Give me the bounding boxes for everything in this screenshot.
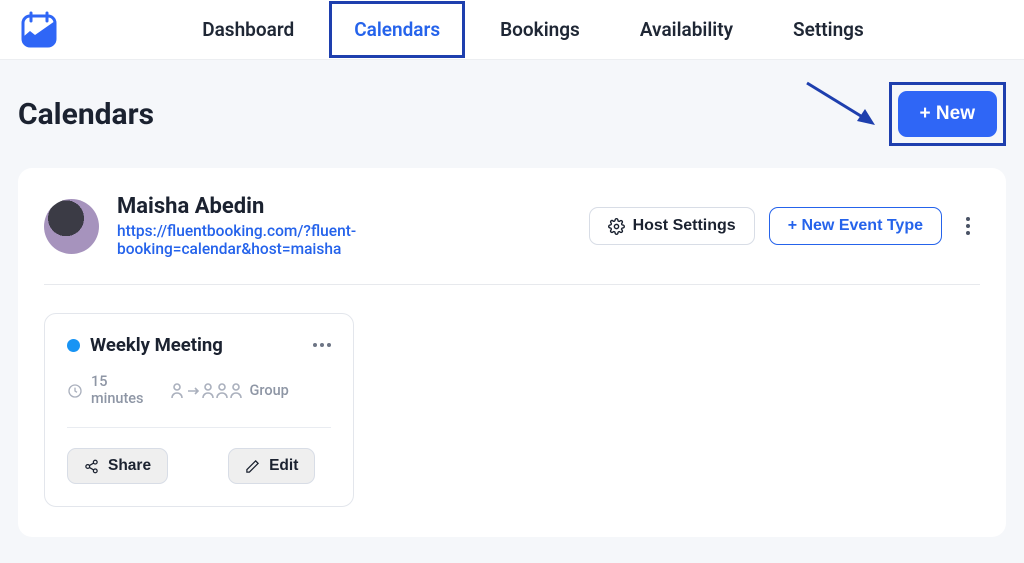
main-nav: Dashboard Calendars Bookings Availabilit… — [60, 1, 1006, 58]
event-footer: Share Edit — [67, 448, 331, 484]
event-title: Weekly Meeting — [90, 334, 223, 356]
host-header: Maisha Abedin https://fluentbooking.com/… — [44, 194, 980, 285]
new-event-type-label: + New Event Type — [788, 217, 923, 235]
host-avatar[interactable] — [44, 199, 99, 254]
nav-calendars[interactable]: Calendars — [329, 1, 465, 58]
new-calendar-button[interactable]: + New — [898, 91, 997, 137]
app-logo[interactable] — [18, 9, 60, 51]
event-meta: 15 minutes Group — [67, 374, 331, 428]
nav-settings[interactable]: Settings — [768, 1, 889, 58]
new-event-type-button[interactable]: + New Event Type — [769, 207, 942, 245]
event-duration-unit: minutes — [91, 391, 144, 408]
page-title: Calendars — [18, 97, 154, 132]
edit-button[interactable]: Edit — [228, 448, 315, 484]
share-button[interactable]: Share — [67, 448, 168, 484]
group-icon — [170, 382, 242, 400]
share-label: Share — [108, 457, 151, 475]
event-head: Weekly Meeting — [67, 334, 331, 356]
host-actions: Host Settings + New Event Type — [589, 207, 980, 245]
host-info: Maisha Abedin https://fluentbooking.com/… — [117, 194, 571, 258]
nav-dashboard[interactable]: Dashboard — [177, 1, 319, 58]
host-card: Maisha Abedin https://fluentbooking.com/… — [18, 168, 1006, 537]
event-color-dot — [67, 339, 80, 352]
event-duration: 15 minutes — [67, 374, 144, 407]
page-content: Calendars + New Maisha Abedin https://fl… — [0, 60, 1024, 563]
page-header: Calendars + New — [18, 82, 1006, 146]
event-duration-value: 15 — [91, 374, 144, 391]
nav-availability[interactable]: Availability — [615, 1, 758, 58]
event-list: Weekly Meeting 15 minutes — [44, 285, 980, 507]
host-url-link[interactable]: https://fluentbooking.com/?fluent-bookin… — [117, 222, 571, 258]
pencil-icon — [245, 459, 260, 474]
new-button-highlight: + New — [889, 82, 1006, 146]
event-card[interactable]: Weekly Meeting 15 minutes — [44, 313, 354, 507]
host-settings-label: Host Settings — [633, 217, 736, 235]
nav-bookings[interactable]: Bookings — [475, 1, 605, 58]
annotation-arrow-icon — [803, 79, 883, 135]
topbar: Dashboard Calendars Bookings Availabilit… — [0, 0, 1024, 60]
host-settings-button[interactable]: Host Settings — [589, 207, 755, 245]
edit-label: Edit — [269, 457, 298, 475]
host-name: Maisha Abedin — [117, 194, 571, 219]
gear-icon — [608, 218, 625, 235]
event-type-label: Group — [250, 382, 289, 399]
share-icon — [84, 459, 99, 474]
event-type: Group — [170, 382, 289, 400]
event-more-menu[interactable] — [313, 343, 331, 347]
host-more-menu[interactable] — [956, 214, 980, 238]
clock-icon — [67, 383, 83, 399]
